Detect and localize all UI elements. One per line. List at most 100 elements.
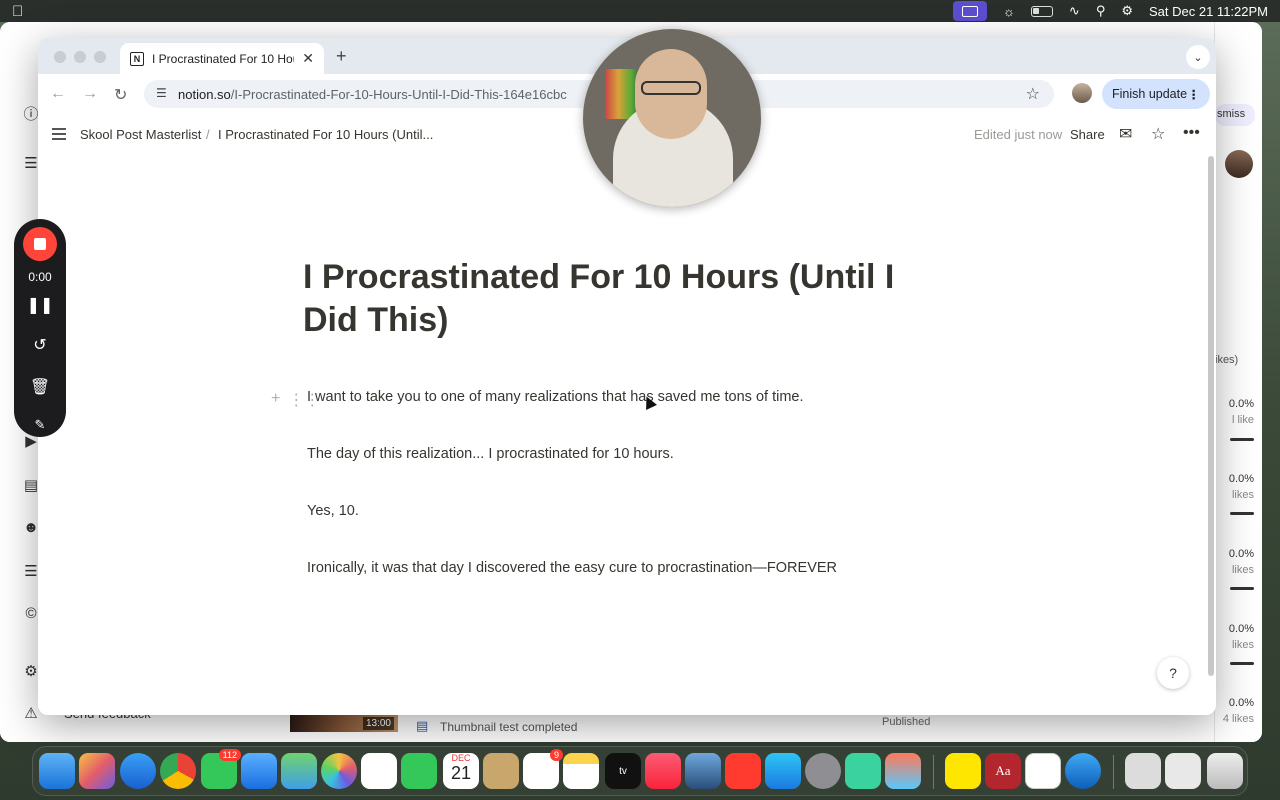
finder-icon[interactable] (39, 753, 75, 789)
apple-tv-icon[interactable]: tv (605, 753, 641, 789)
recording-timer: 0:00 (28, 270, 52, 284)
screen-recording-icon[interactable] (952, 1, 987, 21)
freeform-icon[interactable] (361, 753, 397, 789)
reload-icon[interactable]: ↻ (114, 85, 127, 105)
music-icon[interactable] (645, 753, 681, 789)
text-block[interactable]: Ironically, it was that day I discovered… (307, 560, 837, 576)
forward-arrow-icon[interactable]: → (82, 85, 98, 103)
page-scrollbar[interactable] (1208, 156, 1214, 676)
stat-likes: likes (1231, 564, 1254, 576)
page-title[interactable]: I Procrastinated For 10 Hours (Until I D… (303, 256, 943, 342)
mail-icon[interactable] (241, 753, 277, 789)
maps-icon[interactable] (281, 753, 317, 789)
iphone-mirroring-icon[interactable] (885, 753, 921, 789)
edited-status: Edited just now (974, 127, 1063, 142)
close-window-button[interactable] (54, 51, 66, 63)
recent-window-1-icon[interactable] (1125, 753, 1161, 789)
wifi-icon[interactable]: ∿ (1069, 3, 1080, 19)
stat-bar (1230, 662, 1254, 665)
add-block-icon[interactable]: + (271, 390, 280, 410)
stop-recording-button[interactable] (23, 227, 57, 261)
finish-update-button[interactable]: Finish update ⋮ (1102, 79, 1210, 109)
draw-pen-icon[interactable]: ✎ (14, 417, 66, 433)
dictionary-icon[interactable]: Aa (985, 753, 1021, 789)
help-icon[interactable]: ? (1157, 657, 1189, 689)
messages-badge: 112 (218, 749, 241, 761)
text-block[interactable]: The day of this realization... I procras… (307, 446, 674, 462)
new-tab-icon[interactable]: + (336, 46, 347, 67)
avatar[interactable] (1225, 150, 1253, 178)
stat-bar (1230, 587, 1254, 590)
launchpad-icon[interactable] (79, 753, 115, 789)
system-settings-icon[interactable] (805, 753, 841, 789)
reminders-icon[interactable]: 9 (523, 749, 563, 789)
tab-title: I Procrastinated For 10 Hours (152, 51, 295, 66)
breadcrumb-parent[interactable]: Skool Post Masterlist (80, 127, 201, 142)
profile-avatar[interactable] (1072, 83, 1092, 103)
contacts-icon[interactable] (483, 753, 519, 789)
stat-pct: 0.0% (1228, 548, 1254, 560)
url-path: /I-Procrastinated-For-10-Hours-Until-I-D… (230, 86, 567, 102)
calendar-icon[interactable]: DEC 21 (443, 753, 479, 789)
quicktime-icon[interactable] (1065, 753, 1101, 789)
close-tab-icon[interactable]: ✕ (302, 50, 314, 67)
sidebar-toggle-icon[interactable] (52, 128, 66, 140)
apple-menu-icon[interactable]:  (12, 3, 32, 20)
more-options-icon[interactable]: ••• (1183, 124, 1200, 142)
menubar-clock[interactable]: Sat Dec 21 11:22PM (1149, 4, 1268, 19)
text-block[interactable]: I want to take you to one of many realiz… (307, 389, 804, 405)
breadcrumb-current[interactable]: I Procrastinated For 10 Hours (Until... (218, 127, 433, 142)
webcam-overlay[interactable] (583, 29, 761, 207)
notes-icon[interactable] (563, 753, 599, 789)
recent-window-2-icon[interactable] (1165, 753, 1201, 789)
safari-icon[interactable] (120, 753, 156, 789)
tab-notion[interactable]: N I Procrastinated For 10 Hours ✕ (120, 43, 324, 74)
calendar-day: 21 (450, 763, 472, 783)
facetime-icon[interactable] (401, 753, 437, 789)
favorite-star-icon[interactable]: ☆ (1151, 124, 1165, 144)
minimize-window-button[interactable] (74, 51, 86, 63)
photos-icon[interactable] (321, 753, 357, 789)
messages-icon[interactable]: 112 (201, 749, 241, 789)
share-button[interactable]: Share (1070, 127, 1105, 142)
kebab-menu-icon[interactable]: ⋮ (1188, 87, 1201, 102)
pause-icon[interactable]: ❚❚ (14, 295, 66, 315)
miro-icon[interactable] (945, 753, 981, 789)
trash-bin-icon[interactable] (1207, 753, 1243, 789)
news-icon[interactable] (725, 753, 761, 789)
bookmark-star-icon[interactable]: ☆ (1026, 84, 1040, 104)
app-store-icon[interactable] (765, 753, 801, 789)
macos-menubar:  ☼ ∿ ⚲ ⚙ Sat Dec 21 11:22PM (0, 0, 1280, 22)
notion-favicon-icon: N (130, 51, 144, 66)
stat-likes: likes (1231, 489, 1254, 501)
video-row-status-text: Thumbnail test completed (440, 720, 578, 734)
stat-cell: 0.0% likes (1229, 623, 1254, 651)
video-duration: 13:00 (362, 717, 394, 730)
stat-bar (1230, 438, 1254, 441)
capcut-icon[interactable] (1025, 753, 1061, 789)
macos-dock: 112 DEC 21 9 tv Aa (32, 746, 1248, 796)
stat-likes: l like (1231, 414, 1254, 426)
battery-icon[interactable] (1030, 5, 1053, 17)
brightness-icon[interactable]: ☼ (1003, 4, 1015, 19)
stat-pct: 0.0% (1228, 623, 1254, 635)
tab-search-chevron-icon[interactable]: ⌄ (1186, 45, 1210, 69)
stat-column-header: ikes) (1215, 354, 1239, 366)
stat-pct: 0.0% (1228, 473, 1254, 485)
notion-calendar-icon[interactable] (845, 753, 881, 789)
chrome-icon[interactable] (160, 753, 196, 789)
preview-icon[interactable] (685, 753, 721, 789)
comments-icon[interactable]: ✉ (1119, 124, 1132, 144)
restart-icon[interactable]: ↺ (14, 335, 66, 355)
stat-pct: 0.0% (1228, 398, 1254, 410)
trash-icon[interactable]: 🗑 (14, 377, 66, 397)
text-block[interactable]: Yes, 10. (307, 503, 359, 519)
spotlight-search-icon[interactable]: ⚲ (1096, 3, 1106, 19)
zoom-window-button[interactable] (94, 51, 106, 63)
control-center-icon[interactable]: ⚙ (1121, 3, 1133, 19)
site-info-icon[interactable]: ☰ (156, 86, 167, 100)
back-arrow-icon[interactable]: ← (50, 85, 66, 103)
dismiss-button[interactable]: smiss (1215, 104, 1255, 126)
breadcrumb-separator: / (206, 127, 210, 142)
stat-bar (1230, 512, 1254, 515)
